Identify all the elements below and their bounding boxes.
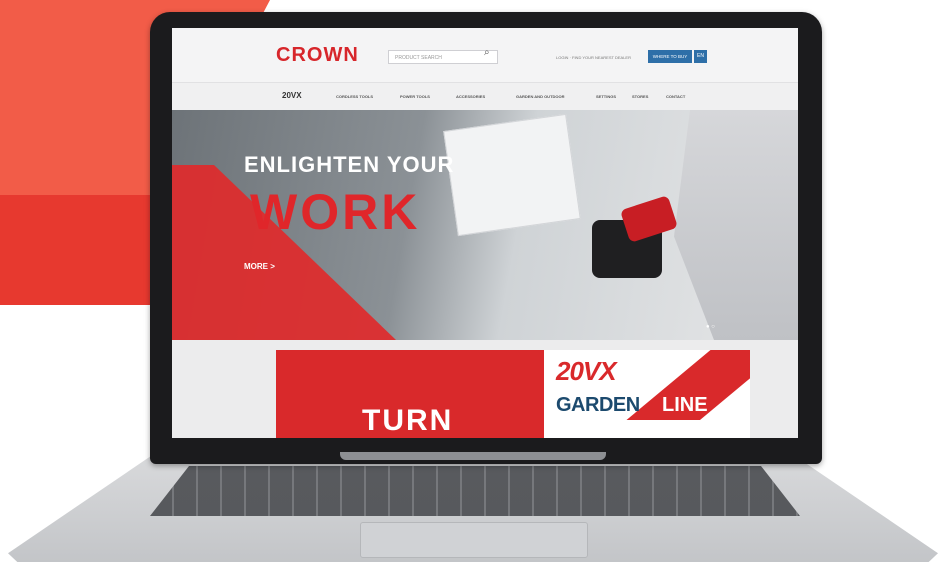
brand-logo[interactable]: CROWN [276,44,359,67]
main-nav: 20VX CORDLESS TOOLS POWER TOOLS ACCESSOR… [172,82,798,111]
nav-item-cordless[interactable]: CORDLESS TOOLS [336,94,373,99]
website-screen: CROWN PRODUCT SEARCH ⌕ LOGIN · FIND YOUR… [172,28,798,438]
carousel-dots[interactable]: ● ○ [706,324,715,330]
promo-title-garden: GARDEN [556,394,640,416]
site-header: CROWN PRODUCT SEARCH ⌕ LOGIN · FIND YOUR… [172,28,798,82]
nav-item-garden[interactable]: GARDEN AND OUTDOOR [516,94,565,99]
background-shape [0,195,160,305]
hero-blueprint-image [443,113,581,237]
laptop-hinge [340,452,606,460]
promo-left-banner[interactable]: TURN [276,350,544,438]
promo-title-line: LINE [662,394,708,416]
hero-title-line1: ENLIGHTEN YOUR [244,152,455,177]
nav-item-power[interactable]: POWER TOOLS [400,94,430,99]
promo-series-mark: 20VX [556,356,617,386]
nav-item-contact[interactable]: CONTACT [666,94,685,99]
search-input[interactable]: PRODUCT SEARCH [388,50,498,64]
hero-banner: ENLIGHTEN YOUR WORK MORE > ● ○ [172,110,798,340]
header-links[interactable]: LOGIN · FIND YOUR NEAREST DEALER [556,55,631,60]
laptop-keyboard [150,466,800,516]
hero-tool-body [619,195,679,243]
promo-left-title: TURN [362,404,454,437]
promo-right-banner[interactable]: 20VX GARDEN LINE [544,350,750,438]
hero-title-line2: WORK [250,184,421,240]
nav-item-accessories[interactable]: ACCESSORIES [456,94,485,99]
where-to-buy-button[interactable]: WHERE TO BUY [648,50,692,63]
laptop-trackpad [360,522,588,558]
nav-item-stores[interactable]: STORES [632,94,648,99]
hero-more-link[interactable]: MORE > [244,262,275,271]
language-button[interactable]: EN [694,50,707,63]
nav-item-settings[interactable]: SETTINGS [596,94,616,99]
nav-series-logo[interactable]: 20VX [282,91,302,100]
search-icon[interactable]: ⌕ [484,47,490,58]
